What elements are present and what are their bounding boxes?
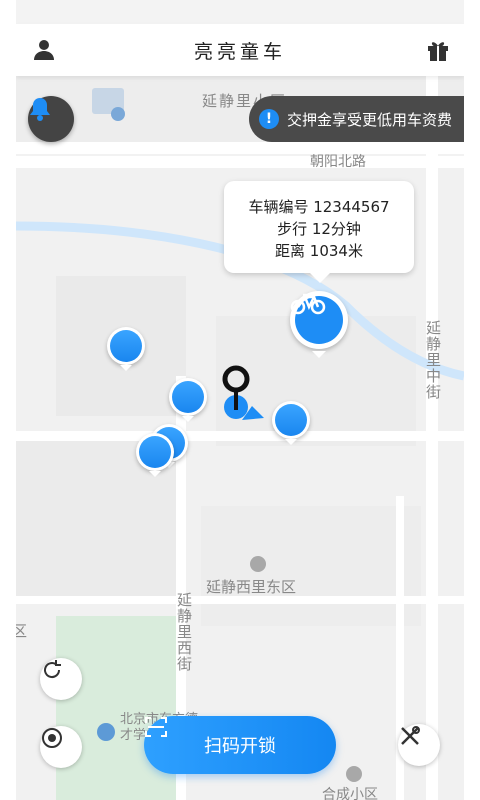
notification-button[interactable] bbox=[28, 96, 74, 142]
map-label-yanjing-west-street: 延静里西街 bbox=[175, 592, 193, 672]
map-label-district-edge: 区 bbox=[16, 622, 28, 640]
deposit-promo-banner[interactable]: ! 交押金享受更低用车资费 bbox=[248, 96, 464, 142]
vehicle-info-popup[interactable]: 车辆编号 12344567 步行 12分钟 距离 1034米 bbox=[224, 181, 414, 283]
locate-button[interactable] bbox=[40, 726, 82, 768]
promo-text: 交押金享受更低用车资费 bbox=[286, 110, 452, 129]
bike-pin[interactable] bbox=[272, 401, 310, 445]
app-screen: 亮亮童车 延静里小区 朝阳北路 延静里中街 延静西里东区 延静里西街 区 北京市… bbox=[16, 0, 464, 800]
scan-unlock-label: 扫码开锁 bbox=[204, 736, 276, 757]
vehicle-number: 车辆编号 12344567 bbox=[248, 198, 390, 216]
gift-icon[interactable] bbox=[426, 38, 450, 62]
refresh-button[interactable] bbox=[40, 658, 82, 700]
walking-time: 步行 12分钟 bbox=[277, 220, 361, 238]
app-title: 亮亮童车 bbox=[193, 41, 286, 63]
bicycle-icon bbox=[290, 293, 343, 344]
selected-bike-marker[interactable] bbox=[290, 291, 348, 358]
info-icon: ! bbox=[258, 109, 279, 129]
scan-unlock-button[interactable]: 扫码开锁 bbox=[144, 716, 336, 774]
bike-pin[interactable] bbox=[107, 327, 145, 371]
map-label-yanjing-west-east: 延静西里东区 bbox=[206, 578, 297, 596]
map-view[interactable]: 延静里小区 朝阳北路 延静里中街 延静西里东区 延静里西街 区 北京市东方德才学… bbox=[16, 76, 464, 800]
bike-pin[interactable] bbox=[136, 433, 174, 477]
repair-button[interactable] bbox=[398, 724, 440, 766]
app-header: 亮亮童车 bbox=[16, 24, 464, 76]
map-label-yanjing-middle-street: 延静里中街 bbox=[424, 320, 442, 400]
map-label-hecheng: 合成小区 bbox=[322, 787, 378, 800]
bike-pin[interactable] bbox=[169, 378, 207, 422]
map-label-chaoyang-road: 朝阳北路 bbox=[310, 154, 366, 170]
distance: 距离 1034米 bbox=[275, 242, 363, 260]
